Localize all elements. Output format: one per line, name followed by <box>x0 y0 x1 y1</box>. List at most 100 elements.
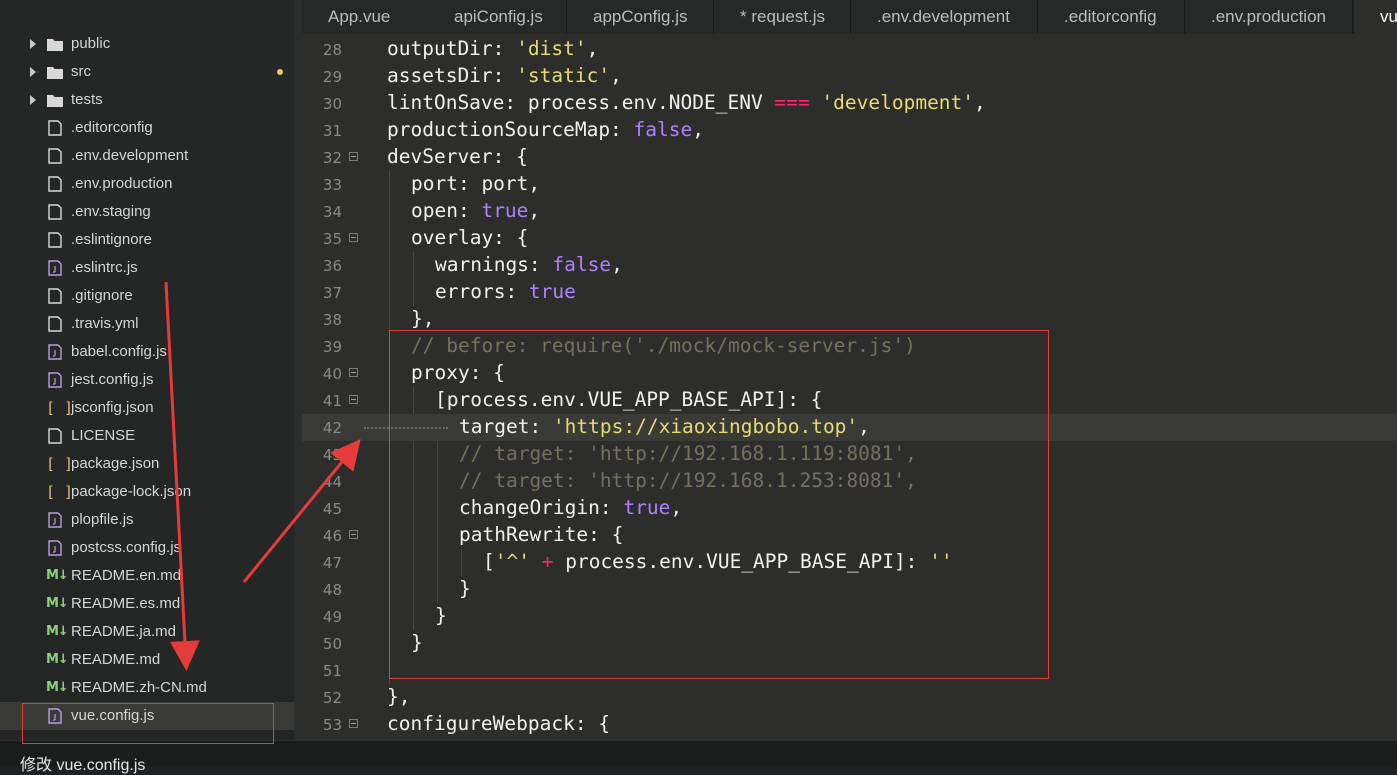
annotation-highlight-box <box>389 330 1049 679</box>
code-line: 31 productionSourceMap: false, <box>302 117 1397 144</box>
chevron-right-icon[interactable] <box>28 93 38 107</box>
sidebar-item-label: plopfile.js <box>71 511 134 528</box>
sidebar-item-readme-es[interactable]: M↓ README.es.md <box>0 590 294 618</box>
sidebar-item-eslintignore[interactable]: .eslintignore <box>0 226 294 254</box>
line-number: 53 <box>322 716 342 734</box>
json-file-icon: [ ] <box>46 399 74 417</box>
chevron-right-icon[interactable] <box>28 37 38 51</box>
js-file-icon <box>48 540 62 556</box>
sidebar-item-package-json[interactable]: [ ] package.json <box>0 450 294 478</box>
code-line: 29 assetsDir: 'static', <box>302 63 1397 90</box>
sidebar-item-env-staging[interactable]: .env.staging <box>0 198 294 226</box>
line-number: 33 <box>322 176 342 194</box>
sidebar-item-plopfile[interactable]: plopfile.js <box>0 506 294 534</box>
line-number: 35 <box>322 230 342 248</box>
sidebar-item-label: .eslintrc.js <box>71 259 138 276</box>
sidebar-item-env-production[interactable]: .env.production <box>0 170 294 198</box>
tab-label: * request.js <box>740 7 826 26</box>
line-number: 46 <box>322 527 342 545</box>
tab-label: .editorconfig <box>1064 7 1157 26</box>
line-number: 36 <box>322 257 342 275</box>
file-icon <box>48 176 62 192</box>
tab-bar: App.vue apiConfig.js appConfig.js * requ… <box>302 0 1397 34</box>
sidebar-item-readme-ja[interactable]: M↓ README.ja.md <box>0 618 294 646</box>
sidebar-item-jsconfig[interactable]: [ ] jsconfig.json <box>0 394 294 422</box>
sidebar-item-tests[interactable]: tests <box>0 86 294 114</box>
sidebar-item-postcss-config[interactable]: postcss.config.js <box>0 534 294 562</box>
sidebar-item-label: LICENSE <box>71 427 136 444</box>
sidebar-item-label: README.ja.md <box>71 623 177 640</box>
sidebar-item-license[interactable]: LICENSE <box>0 422 294 450</box>
code-line: 36 warnings: false, <box>302 252 1397 279</box>
sidebar-item-label: src <box>71 63 91 80</box>
fold-toggle-icon[interactable] <box>349 395 358 404</box>
sidebar-item-readme-zh-cn[interactable]: M↓ README.zh-CN.md <box>0 674 294 702</box>
sidebar-item-editorconfig[interactable]: .editorconfig <box>0 114 294 142</box>
sidebar-item-env-development[interactable]: .env.development <box>0 142 294 170</box>
tab-label: apiConfig.js <box>454 7 543 26</box>
file-icon <box>48 204 62 220</box>
tab-env-production[interactable]: .env.production <box>1185 0 1353 34</box>
fold-toggle-icon[interactable] <box>349 530 358 539</box>
sidebar-item-gitignore[interactable]: .gitignore <box>0 282 294 310</box>
tab-app-config[interactable]: appConfig.js <box>567 0 714 34</box>
sidebar-item-jest-config[interactable]: jest.config.js <box>0 366 294 394</box>
code-text: overlay: { <box>411 226 529 249</box>
sidebar-item-label: tests <box>71 91 103 108</box>
line-number: 43 <box>322 446 342 464</box>
sidebar-item-readme[interactable]: M↓ README.md <box>0 646 294 674</box>
json-file-icon: [ ] <box>46 455 74 473</box>
file-icon <box>48 428 62 444</box>
line-number: 42 <box>322 419 342 437</box>
tab-env-development[interactable]: .env.development <box>851 0 1038 34</box>
status-text: 修改 vue.config.js <box>20 757 146 774</box>
tab-label: appConfig.js <box>593 7 688 26</box>
sidebar-item-travis[interactable]: .travis.yml <box>0 310 294 338</box>
code-text: errors: true <box>435 280 576 303</box>
chevron-right-icon[interactable] <box>28 65 38 79</box>
modified-indicator <box>277 69 283 75</box>
code-text: configureWebpack: { <box>387 712 611 735</box>
code-text: }, <box>411 307 435 330</box>
file-icon <box>48 120 62 136</box>
fold-toggle-icon[interactable] <box>349 719 358 728</box>
code-line: 34 open: true, <box>302 198 1397 225</box>
folder-icon <box>47 39 63 51</box>
code-text: productionSourceMap: false, <box>387 118 704 141</box>
file-icon <box>48 288 62 304</box>
sidebar-item-public[interactable]: public <box>0 30 294 58</box>
tab-label: .env.development <box>877 7 1010 26</box>
tab-api-config[interactable]: apiConfig.js <box>428 0 567 34</box>
indent-guide <box>389 306 390 333</box>
tab-vue-config[interactable]: vue <box>1354 0 1397 34</box>
line-number: 51 <box>322 662 342 680</box>
sidebar-scrollbar[interactable] <box>294 0 302 740</box>
tab-label: App.vue <box>328 7 391 26</box>
sidebar-item-label: .env.staging <box>71 203 151 220</box>
sidebar-item-babel-config[interactable]: babel.config.js <box>0 338 294 366</box>
code-line: 38 }, <box>302 306 1397 333</box>
sidebar-item-src[interactable]: src <box>0 58 294 86</box>
file-icon <box>48 232 62 248</box>
indent-guide <box>413 252 414 279</box>
fold-toggle-icon[interactable] <box>349 152 358 161</box>
fold-toggle-icon[interactable] <box>349 233 358 242</box>
tab-label: .env.production <box>1211 7 1326 26</box>
line-number: 45 <box>322 500 342 518</box>
sidebar-item-eslintrc[interactable]: .eslintrc.js <box>0 254 294 282</box>
code-text: assetsDir: 'static', <box>387 64 622 87</box>
code-text: lintOnSave: process.env.NODE_ENV === 'de… <box>387 91 986 114</box>
file-icon <box>48 148 62 164</box>
tab-editorconfig[interactable]: .editorconfig <box>1038 0 1185 34</box>
sidebar-item-package-lock[interactable]: [ ] package-lock.json <box>0 478 294 506</box>
sidebar-item-label: README.es.md <box>71 595 181 612</box>
code-line: 37 errors: true <box>302 279 1397 306</box>
tab-request[interactable]: * request.js <box>714 0 851 34</box>
line-number: 31 <box>322 122 342 140</box>
sidebar-item-label: public <box>71 35 111 52</box>
js-file-icon <box>48 344 62 360</box>
tab-app-vue[interactable]: App.vue <box>302 0 434 34</box>
js-file-icon <box>48 512 62 528</box>
fold-toggle-icon[interactable] <box>349 368 358 377</box>
sidebar-item-readme-en[interactable]: M↓ README.en.md <box>0 562 294 590</box>
